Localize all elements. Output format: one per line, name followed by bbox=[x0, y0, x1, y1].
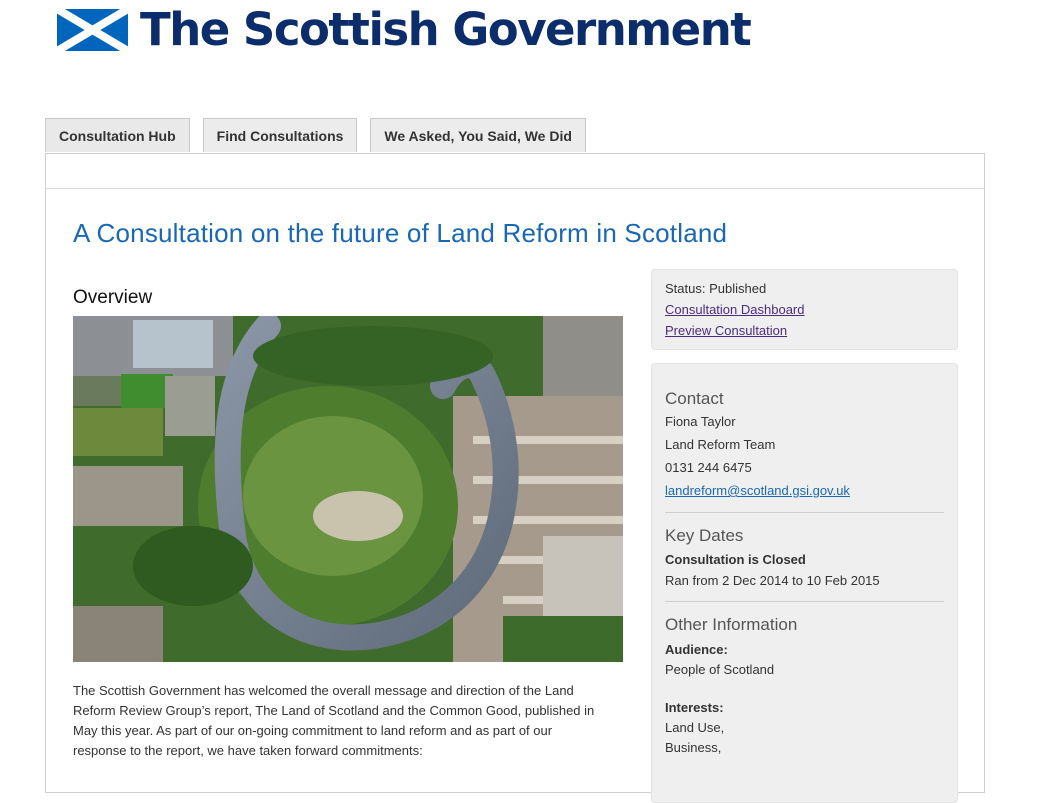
interest-item: Land Use, bbox=[665, 720, 725, 735]
interest-item: Business, bbox=[665, 740, 722, 755]
status-text: Status: Published bbox=[665, 281, 767, 296]
audience-value: People of Scotland bbox=[665, 662, 775, 677]
interests-label: Interests: bbox=[665, 700, 724, 715]
tab-bar: Consultation Hub Find Consultations We A… bbox=[45, 118, 599, 152]
consultation-dashboard-link[interactable]: Consultation Dashboard bbox=[665, 299, 944, 320]
contact-team: Land Reform Team bbox=[665, 437, 776, 452]
tab-consultation-hub[interactable]: Consultation Hub bbox=[45, 118, 190, 152]
consultation-date-range: Ran from 2 Dec 2014 to 10 Feb 2015 bbox=[665, 573, 880, 588]
content-panel: A Consultation on the future of Land Ref… bbox=[45, 153, 985, 803]
consultation-state: Consultation is Closed bbox=[665, 552, 806, 567]
overview-heading: Overview bbox=[73, 287, 153, 308]
tab-find-consultations[interactable]: Find Consultations bbox=[202, 118, 358, 152]
divider bbox=[665, 601, 944, 602]
saltire-flag-icon bbox=[57, 9, 128, 51]
preview-consultation-link[interactable]: Preview Consultation bbox=[665, 320, 944, 341]
contact-phone: 0131 244 6475 bbox=[665, 460, 752, 475]
divider bbox=[665, 512, 944, 513]
key-dates-heading: Key Dates bbox=[665, 526, 744, 545]
sub-nav-bar bbox=[46, 154, 984, 189]
sidebar-info-box: Contact Fiona Taylor Land Reform Team 01… bbox=[651, 363, 958, 803]
page-title: A Consultation on the future of Land Ref… bbox=[73, 218, 728, 248]
other-info-heading: Other Information bbox=[665, 615, 798, 634]
contact-heading: Contact bbox=[665, 389, 724, 408]
site-brand[interactable]: The Scottish Government bbox=[140, 7, 752, 52]
status-box: Status: Published Consultation Dashboard… bbox=[651, 269, 958, 350]
site-header: The Scottish Government bbox=[57, 7, 752, 52]
audience-label: Audience: bbox=[665, 642, 728, 657]
tab-we-asked-you-said[interactable]: We Asked, You Said, We Did bbox=[370, 118, 586, 152]
aerial-river-meander-photo bbox=[73, 316, 623, 662]
contact-email-link[interactable]: landreform@scotland.gsi.gov.uk bbox=[665, 483, 850, 498]
contact-name: Fiona Taylor bbox=[665, 414, 736, 429]
overview-body-text: The Scottish Government has welcomed the… bbox=[73, 683, 595, 758]
